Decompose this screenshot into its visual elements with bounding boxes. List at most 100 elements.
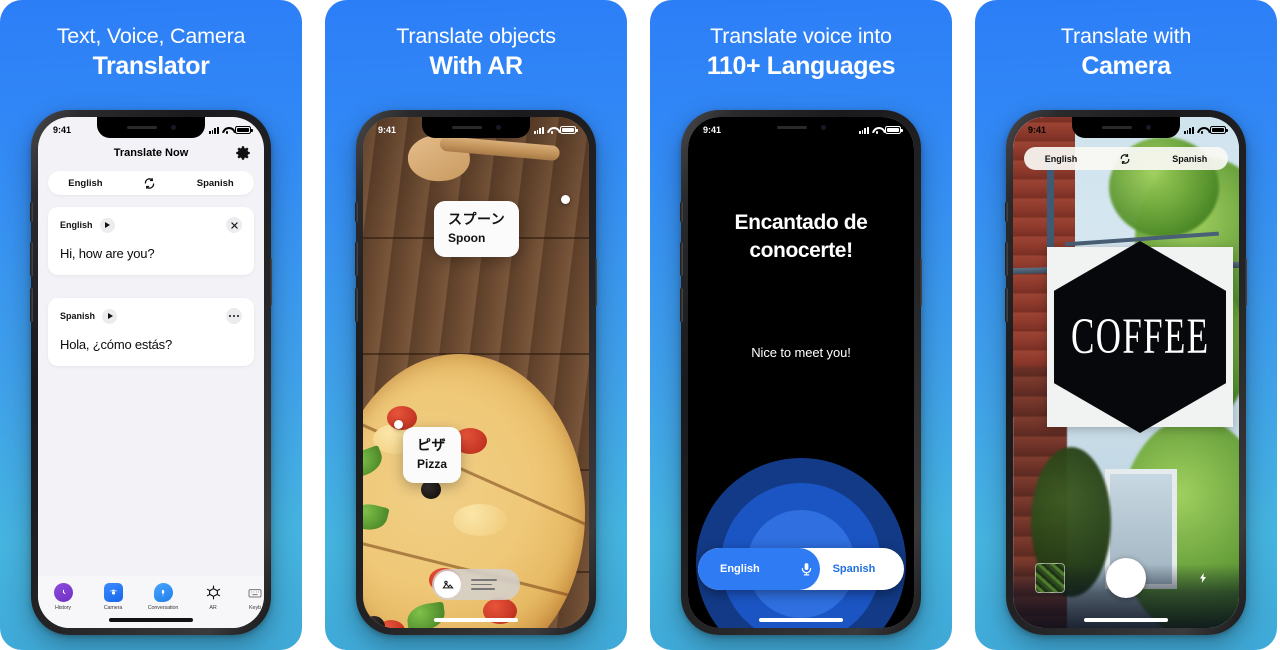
card-header: Spanish xyxy=(60,308,242,324)
screenshot-panel-camera: Translate with Camera xyxy=(975,0,1277,650)
voice-language-toggle[interactable]: English Spanish xyxy=(698,548,904,590)
flash-icon[interactable] xyxy=(1197,569,1209,587)
status-indicators xyxy=(1184,126,1226,134)
voice-left-language: English xyxy=(720,563,760,575)
earpiece-speaker xyxy=(1102,126,1132,130)
phone-screen: 9:41 Translate Now English xyxy=(38,117,264,628)
battery-icon xyxy=(235,126,251,134)
source-text: Nice to meet you! xyxy=(704,345,898,360)
ar-label-foreign: スプーン xyxy=(448,210,505,229)
battery-icon xyxy=(1210,126,1226,134)
wifi-icon xyxy=(547,126,557,134)
earpiece-speaker xyxy=(127,126,157,130)
panel-headline: Text, Voice, Camera Translator xyxy=(0,22,302,83)
panel-headline: Translate voice into 110+ Languages xyxy=(650,22,952,83)
translation-card-target: Spanish Hola, ¿cómo estás? xyxy=(48,298,254,366)
tab-label: Keyb xyxy=(238,605,264,611)
headline-line-1: Translate objects xyxy=(335,22,617,50)
panel-headline: Translate with Camera xyxy=(975,22,1277,83)
phone-mockup: Encantado de conocerte! Nice to meet you… xyxy=(681,110,921,635)
ar-label-english: Pizza xyxy=(417,456,447,473)
phone-notch xyxy=(1072,117,1180,138)
tab-keyboard[interactable]: Keyb xyxy=(238,583,264,611)
gear-icon[interactable] xyxy=(234,144,252,162)
ar-toggle-lines xyxy=(471,579,497,590)
swap-icon[interactable] xyxy=(1119,153,1131,165)
coffee-sign: COFFEE xyxy=(1047,247,1233,427)
front-camera xyxy=(496,125,501,130)
wifi-icon xyxy=(1197,126,1207,134)
phone-mute-switch xyxy=(355,202,358,222)
tab-label: History xyxy=(38,605,88,611)
camera-controls xyxy=(1013,552,1239,610)
status-indicators xyxy=(859,126,901,134)
home-indicator xyxy=(759,618,843,622)
page-title: Translate Now xyxy=(38,147,264,159)
battery-icon xyxy=(560,126,576,134)
translation-card-source: English Hi, how are you? xyxy=(48,207,254,275)
headline-line-1: Translate voice into xyxy=(660,22,942,50)
hexagon-sign-shape: COFFEE xyxy=(1054,241,1226,433)
source-language[interactable]: English xyxy=(68,178,102,189)
tab-camera[interactable]: Camera xyxy=(88,583,138,611)
sign-text: COFFEE xyxy=(1071,307,1209,366)
target-language[interactable]: Spanish xyxy=(197,178,234,189)
ar-label-pizza[interactable]: ピザ Pizza xyxy=(403,427,461,483)
headline-line-2: Camera xyxy=(985,50,1267,83)
image-icon xyxy=(434,571,461,598)
play-icon[interactable] xyxy=(100,218,115,233)
ar-anchor-dot xyxy=(561,195,570,204)
cellular-signal-icon xyxy=(209,126,219,134)
phone-volume-down xyxy=(680,288,683,322)
language-selector-bar[interactable]: English Spanish xyxy=(48,171,254,195)
phone-screen: 9:41 スプーン Spoon ピザ Pizza xyxy=(363,117,589,628)
phone-mute-switch xyxy=(30,202,33,222)
phone-power-button xyxy=(594,258,597,306)
close-icon[interactable] xyxy=(226,217,242,233)
headline-line-1: Translate with xyxy=(985,22,1267,50)
swap-icon[interactable] xyxy=(143,177,156,190)
home-indicator xyxy=(109,618,193,622)
camera-language-selector-bar[interactable]: English Spanish xyxy=(1024,147,1228,170)
status-time: 9:41 xyxy=(1028,125,1046,135)
card-language-label: English xyxy=(60,220,93,230)
phone-volume-down xyxy=(1005,288,1008,322)
translated-text: Encantado de conocerte! xyxy=(704,209,898,265)
ar-mode-toggle[interactable] xyxy=(432,569,520,600)
tab-conversation[interactable]: Conversation xyxy=(138,583,188,611)
source-language[interactable]: English xyxy=(1045,154,1078,164)
phone-mockup: COFFEE 9:41 xyxy=(1006,110,1246,635)
phone-screen: COFFEE 9:41 xyxy=(1013,117,1239,628)
play-icon[interactable] xyxy=(102,309,117,324)
shutter-button[interactable] xyxy=(1106,558,1146,598)
headline-line-2: With AR xyxy=(335,50,617,83)
phone-mockup: 9:41 スプーン Spoon ピザ Pizza xyxy=(356,110,596,635)
ar-label-spoon[interactable]: スプーン Spoon xyxy=(434,201,519,257)
cellular-signal-icon xyxy=(534,126,544,134)
more-icon[interactable] xyxy=(226,308,242,324)
home-indicator xyxy=(1084,618,1168,622)
microphone-icon[interactable] xyxy=(799,558,814,580)
front-camera xyxy=(171,125,176,130)
gallery-thumbnail[interactable] xyxy=(1035,563,1065,593)
wifi-icon xyxy=(872,126,882,134)
phone-power-button xyxy=(919,258,922,306)
tab-history[interactable]: History xyxy=(38,583,88,611)
headline-line-2: 110+ Languages xyxy=(660,50,942,83)
wifi-icon xyxy=(222,126,232,134)
cellular-signal-icon xyxy=(859,126,869,134)
phone-volume-up xyxy=(680,242,683,276)
status-time: 9:41 xyxy=(703,125,721,135)
phone-notch xyxy=(747,117,855,138)
ar-anchor-dot xyxy=(394,420,403,429)
tab-label: AR xyxy=(188,605,238,611)
tab-ar[interactable]: AR xyxy=(188,583,238,611)
phone-mute-switch xyxy=(1005,202,1008,222)
phone-volume-down xyxy=(355,288,358,322)
voice-right-language[interactable]: Spanish xyxy=(804,548,904,590)
status-time: 9:41 xyxy=(53,125,71,135)
front-camera xyxy=(821,125,826,130)
earpiece-speaker xyxy=(777,126,807,130)
target-language[interactable]: Spanish xyxy=(1172,154,1207,164)
phone-volume-up xyxy=(30,242,33,276)
